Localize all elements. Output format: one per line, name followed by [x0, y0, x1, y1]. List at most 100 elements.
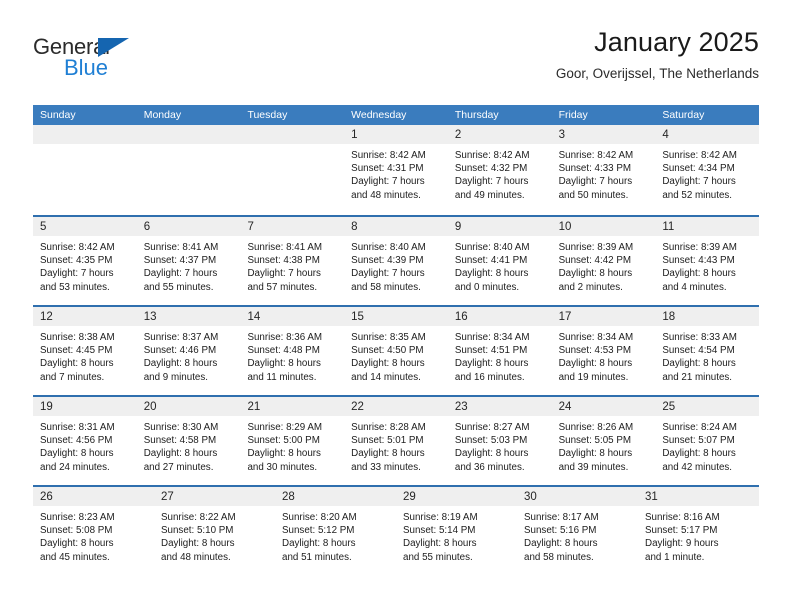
- day-cell[interactable]: 29 Sunrise: 8:19 AM Sunset: 5:14 PM Dayligh…: [396, 487, 517, 575]
- calendar-week-row: 5 Sunrise: 8:42 AM Sunset: 4:35 PM Daylight…: [33, 215, 760, 305]
- day-number-band: 25: [655, 397, 760, 416]
- sunset-text: Sunset: 5:03 PM: [454, 435, 528, 447]
- day-cell[interactable]: 20 Sunrise: 8:30 AM Sunset: 4:58 PM Dayligh…: [136, 397, 241, 485]
- day-cell[interactable]: 23 Sunrise: 8:27 AM Sunset: 5:03 PM Dayligh…: [447, 397, 552, 485]
- sunset-text: Sunset: 4:37 PM: [143, 255, 217, 267]
- day-cell[interactable]: 17 Sunrise: 8:34 AM Sunset: 4:53 PM Dayligh…: [551, 307, 656, 395]
- daylight-text: Daylight: 8 hours: [558, 358, 633, 370]
- daylight-text-cont: and 45 minutes.: [40, 551, 110, 563]
- day-cell[interactable]: 30 Sunrise: 8:17 AM Sunset: 5:16 PM Dayligh…: [517, 487, 638, 575]
- sunrise-text: Sunrise: 8:22 AM: [161, 512, 236, 523]
- day-number: 26: [40, 491, 53, 503]
- day-details: Sunrise: 8:36 AM Sunset: 4:48 PM Daylight:…: [240, 326, 344, 384]
- day-number: 12: [40, 311, 53, 323]
- daylight-text-cont: and 57 minutes.: [247, 281, 318, 293]
- sunrise-text: Sunrise: 8:19 AM: [403, 512, 478, 523]
- day-details: Sunrise: 8:31 AM Sunset: 4:56 PM Daylight:…: [33, 416, 137, 474]
- daylight-text: Daylight: 8 hours: [454, 268, 529, 280]
- sunset-text: Sunset: 5:08 PM: [40, 525, 113, 537]
- sunset-text: Sunset: 4:45 PM: [40, 345, 113, 357]
- day-number-band: [240, 125, 345, 144]
- calendar-week-row: 26 Sunrise: 8:23 AM Sunset: 5:08 PM Dayligh…: [33, 485, 759, 575]
- day-cell[interactable]: 14 Sunrise: 8:36 AM Sunset: 4:48 PM Dayligh…: [240, 307, 345, 395]
- daylight-text: Daylight: 8 hours: [351, 448, 425, 460]
- day-number: 27: [161, 491, 174, 503]
- day-cell[interactable]: 16 Sunrise: 8:34 AM Sunset: 4:51 PM Dayligh…: [447, 307, 552, 395]
- day-number: 28: [282, 491, 295, 503]
- weekday-header-wednesday: Wednesday: [351, 109, 407, 121]
- day-cell[interactable]: 1 Sunrise: 8:42 AM Sunset: 4:31 PM Daylight…: [344, 125, 448, 215]
- day-number-band: 22: [344, 397, 448, 416]
- daylight-text-cont: and 33 minutes.: [351, 461, 421, 473]
- generalblue-logo[interactable]: General Blue: [33, 36, 163, 88]
- sunrise-text: Sunrise: 8:42 AM: [40, 242, 115, 253]
- day-details: Sunrise: 8:19 AM Sunset: 5:14 PM Daylight:…: [396, 506, 517, 564]
- day-cell[interactable]: 6 Sunrise: 8:41 AM Sunset: 4:37 PM Daylight…: [136, 217, 241, 305]
- sunrise-text: Sunrise: 8:26 AM: [558, 422, 634, 433]
- day-details: Sunrise: 8:23 AM Sunset: 5:08 PM Daylight:…: [33, 506, 154, 564]
- day-cell[interactable]: 12 Sunrise: 8:38 AM Sunset: 4:45 PM Dayligh…: [33, 307, 137, 395]
- sunrise-text: Sunrise: 8:42 AM: [662, 150, 737, 161]
- day-cell[interactable]: 2 Sunrise: 8:42 AM Sunset: 4:32 PM Daylight…: [447, 125, 552, 215]
- sunrise-text: Sunrise: 8:17 AM: [524, 512, 599, 523]
- daylight-text-cont: and 55 minutes.: [403, 551, 473, 563]
- sunrise-text: Sunrise: 8:42 AM: [454, 150, 530, 161]
- sunrise-text: Sunrise: 8:16 AM: [645, 512, 720, 523]
- daylight-text: Daylight: 7 hours: [558, 176, 633, 188]
- day-number-band: 12: [33, 307, 137, 326]
- day-cell[interactable]: 26 Sunrise: 8:23 AM Sunset: 5:08 PM Dayligh…: [33, 487, 154, 575]
- day-cell[interactable]: 22 Sunrise: 8:28 AM Sunset: 5:01 PM Dayligh…: [344, 397, 448, 485]
- daylight-text-cont: and 39 minutes.: [558, 461, 629, 473]
- day-cell[interactable]: 9 Sunrise: 8:40 AM Sunset: 4:41 PM Daylight…: [447, 217, 552, 305]
- day-details: Sunrise: 8:37 AM Sunset: 4:46 PM Daylight:…: [137, 326, 241, 384]
- day-number: 10: [558, 221, 572, 233]
- day-cell[interactable]: 24 Sunrise: 8:26 AM Sunset: 5:05 PM Dayligh…: [551, 397, 656, 485]
- daylight-text-cont: and 2 minutes.: [558, 281, 623, 293]
- weekday-header-saturday: Saturday: [662, 109, 705, 121]
- day-cell[interactable]: 21 Sunrise: 8:29 AM Sunset: 5:00 PM Dayligh…: [240, 397, 345, 485]
- day-cell[interactable]: 3 Sunrise: 8:42 AM Sunset: 4:33 PM Daylight…: [551, 125, 656, 215]
- daylight-text: Daylight: 8 hours: [143, 358, 218, 370]
- day-number-band: 15: [344, 307, 448, 326]
- day-cell[interactable]: 11 Sunrise: 8:39 AM Sunset: 4:43 PM Dayligh…: [655, 217, 760, 305]
- sunset-text: Sunset: 4:34 PM: [662, 163, 735, 175]
- calendar-weeks: 1 Sunrise: 8:42 AM Sunset: 4:31 PM Daylight…: [33, 125, 760, 575]
- day-number-band: 4: [655, 125, 760, 144]
- daylight-text: Daylight: 9 hours: [645, 538, 719, 550]
- day-cell[interactable]: 28 Sunrise: 8:20 AM Sunset: 5:12 PM Dayligh…: [275, 487, 396, 575]
- day-details: Sunrise: 8:42 AM Sunset: 4:34 PM Daylight:…: [655, 144, 759, 202]
- day-cell[interactable]: 15 Sunrise: 8:35 AM Sunset: 4:50 PM Dayligh…: [344, 307, 448, 395]
- day-cell[interactable]: 25 Sunrise: 8:24 AM Sunset: 5:07 PM Dayligh…: [655, 397, 760, 485]
- day-number: 25: [662, 401, 676, 413]
- day-cell[interactable]: 5 Sunrise: 8:42 AM Sunset: 4:35 PM Daylight…: [33, 217, 137, 305]
- sunrise-text: Sunrise: 8:29 AM: [247, 422, 323, 433]
- day-cell[interactable]: 7 Sunrise: 8:41 AM Sunset: 4:38 PM Daylight…: [240, 217, 345, 305]
- day-number: 7: [247, 221, 254, 233]
- sunset-text: Sunset: 4:58 PM: [143, 435, 217, 447]
- day-cell[interactable]: 19 Sunrise: 8:31 AM Sunset: 4:56 PM Dayligh…: [33, 397, 137, 485]
- day-cell[interactable]: 4 Sunrise: 8:42 AM Sunset: 4:34 PM Daylight…: [655, 125, 760, 215]
- sunrise-text: Sunrise: 8:39 AM: [558, 242, 634, 253]
- day-cell[interactable]: 10 Sunrise: 8:39 AM Sunset: 4:42 PM Dayligh…: [551, 217, 656, 305]
- day-number: 16: [454, 311, 468, 323]
- day-number-band: 17: [551, 307, 656, 326]
- sunset-text: Sunset: 5:00 PM: [247, 435, 320, 447]
- day-number: 29: [403, 491, 416, 503]
- sunrise-text: Sunrise: 8:42 AM: [351, 150, 426, 161]
- daylight-text: Daylight: 8 hours: [558, 268, 633, 280]
- day-cell[interactable]: 18 Sunrise: 8:33 AM Sunset: 4:54 PM Dayligh…: [655, 307, 760, 395]
- day-cell[interactable]: 31 Sunrise: 8:16 AM Sunset: 5:17 PM Dayligh…: [638, 487, 759, 575]
- calendar-grid: Sunday Monday Tuesday Wednesday Thursday…: [33, 105, 760, 575]
- daylight-text-cont: and 36 minutes.: [454, 461, 525, 473]
- day-cell[interactable]: 13 Sunrise: 8:37 AM Sunset: 4:46 PM Dayligh…: [136, 307, 241, 395]
- weekday-header-monday: Monday: [143, 109, 182, 121]
- day-number-band: 20: [136, 397, 241, 416]
- daylight-text: Daylight: 7 hours: [40, 268, 114, 280]
- day-details: Sunrise: 8:34 AM Sunset: 4:51 PM Daylight:…: [448, 326, 552, 384]
- day-number: 17: [558, 311, 572, 323]
- day-details: Sunrise: 8:41 AM Sunset: 4:38 PM Daylight:…: [240, 236, 344, 294]
- day-cell[interactable]: 8 Sunrise: 8:40 AM Sunset: 4:39 PM Daylight…: [344, 217, 448, 305]
- daylight-text: Daylight: 8 hours: [351, 358, 425, 370]
- day-cell[interactable]: 27 Sunrise: 8:22 AM Sunset: 5:10 PM Dayligh…: [154, 487, 275, 575]
- daylight-text-cont: and 48 minutes.: [161, 551, 231, 563]
